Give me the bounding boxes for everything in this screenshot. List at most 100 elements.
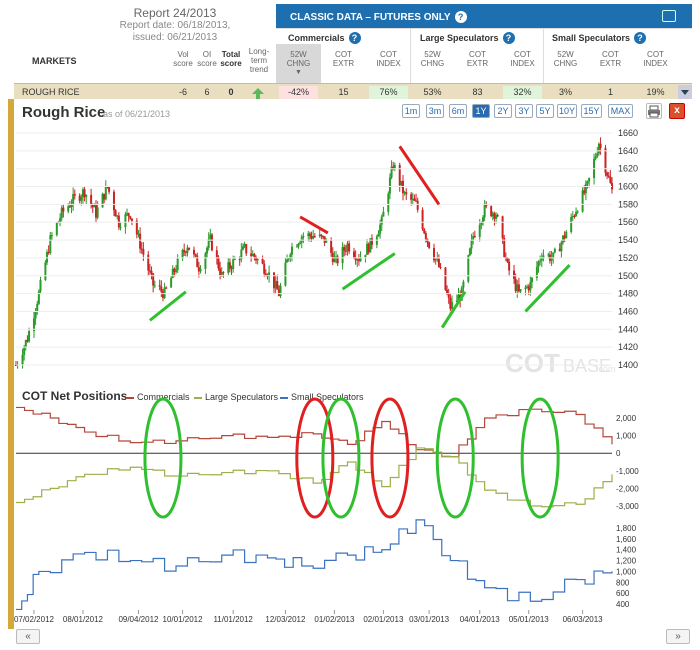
candle-body — [287, 258, 290, 260]
candle-body — [165, 287, 168, 289]
candle-body — [379, 224, 382, 234]
price-tick-label: 1420 — [618, 342, 638, 352]
candle-body — [176, 258, 179, 271]
candle-body — [238, 259, 241, 261]
candle-body — [576, 211, 579, 213]
candle-body — [480, 222, 483, 225]
x-tick-label: 09/04/2012 — [118, 615, 159, 624]
candle-body — [553, 248, 556, 253]
x-tick-label: 02/01/2013 — [363, 615, 404, 624]
candle-body — [506, 258, 509, 262]
candle-body — [108, 186, 111, 192]
candle-body — [513, 270, 516, 279]
candle-body — [325, 240, 328, 243]
candle-body — [73, 194, 76, 196]
price-tick-label: 1400 — [618, 360, 638, 370]
candle-body — [147, 254, 150, 271]
ellipse-green — [435, 397, 475, 519]
candle-body — [370, 238, 373, 245]
candle-body — [529, 282, 532, 291]
candle-body — [232, 259, 235, 269]
next-button[interactable]: » — [666, 629, 690, 644]
cot-tick-label: -2,000 — [616, 484, 639, 493]
candle-body — [163, 287, 166, 298]
candle-body — [387, 193, 390, 212]
price-tick-label: 1620 — [618, 164, 638, 174]
candle-body — [380, 216, 383, 225]
candle-body — [233, 259, 236, 261]
candle-body — [284, 262, 287, 286]
candle-body — [413, 198, 416, 201]
candle-body — [46, 251, 49, 263]
candle-body — [302, 236, 305, 238]
ellipse-red — [370, 397, 410, 519]
candle-body — [104, 186, 107, 200]
candle-body — [428, 242, 431, 248]
candle-body — [416, 200, 419, 210]
small-tick-label: 1,000 — [616, 567, 637, 576]
candle-body — [206, 247, 209, 254]
candle-body — [524, 287, 527, 290]
candle-body — [501, 216, 504, 238]
price-tick-label: 1600 — [618, 182, 638, 192]
watermark: COT BASE .com — [505, 348, 616, 378]
candle-body — [433, 247, 436, 261]
cot-tick-label: -1,000 — [616, 467, 639, 476]
price-tick-label: 1560 — [618, 217, 638, 227]
candle-body — [393, 164, 396, 169]
candle-body — [228, 262, 231, 269]
candle-body — [117, 215, 120, 228]
candle-body — [55, 222, 58, 235]
candle-body — [59, 218, 62, 222]
candle-body — [467, 255, 470, 282]
candle-body — [581, 190, 584, 212]
candle-body — [39, 279, 42, 292]
candle-body — [539, 260, 542, 262]
x-tick-label: 07/02/2012 — [14, 615, 55, 624]
candle-body — [241, 246, 244, 250]
price-tick-label: 1580 — [618, 199, 638, 209]
candle-body — [450, 301, 453, 309]
candle-body — [253, 253, 256, 258]
candle-body — [34, 311, 37, 319]
ellipse-green — [321, 397, 361, 519]
candle-body — [330, 240, 333, 253]
candle-body — [540, 258, 543, 261]
candle-body — [424, 233, 427, 240]
series-line-small-speculators — [16, 519, 613, 611]
watermark-cot: COT — [505, 348, 560, 378]
candle-body — [50, 234, 53, 236]
candle-body — [588, 177, 591, 182]
candle-body — [295, 246, 298, 248]
candle-body — [158, 285, 161, 287]
candle-body — [261, 258, 264, 264]
x-tick-label: 03/01/2013 — [409, 615, 450, 624]
prev-button[interactable]: « — [16, 629, 40, 644]
cot-tick-label: 1,000 — [616, 432, 637, 441]
price-tick-label: 1440 — [618, 324, 638, 334]
x-tick-label: 10/01/2012 — [163, 615, 204, 624]
candle-body — [470, 239, 473, 249]
candle-body — [80, 197, 83, 201]
small-tick-label: 600 — [616, 589, 630, 598]
candle-body — [245, 244, 248, 254]
candle-body — [462, 281, 465, 288]
candle-body — [279, 285, 282, 296]
candle-body — [530, 277, 533, 283]
candle-body — [36, 303, 39, 312]
price-tick-label: 1640 — [618, 146, 638, 156]
candle-body — [72, 194, 75, 205]
candle-body — [607, 175, 610, 177]
candle-body — [343, 247, 346, 251]
candle-body — [405, 192, 408, 195]
candle-body — [447, 293, 450, 298]
trendline-red — [299, 215, 329, 235]
candle-body — [139, 233, 142, 249]
small-tick-label: 1,200 — [616, 557, 637, 566]
candle-body — [348, 243, 351, 252]
candle-body — [599, 143, 602, 148]
candle-body — [23, 346, 26, 355]
candle-body — [210, 234, 213, 251]
candle-body — [215, 250, 218, 258]
candle-body — [175, 270, 178, 273]
